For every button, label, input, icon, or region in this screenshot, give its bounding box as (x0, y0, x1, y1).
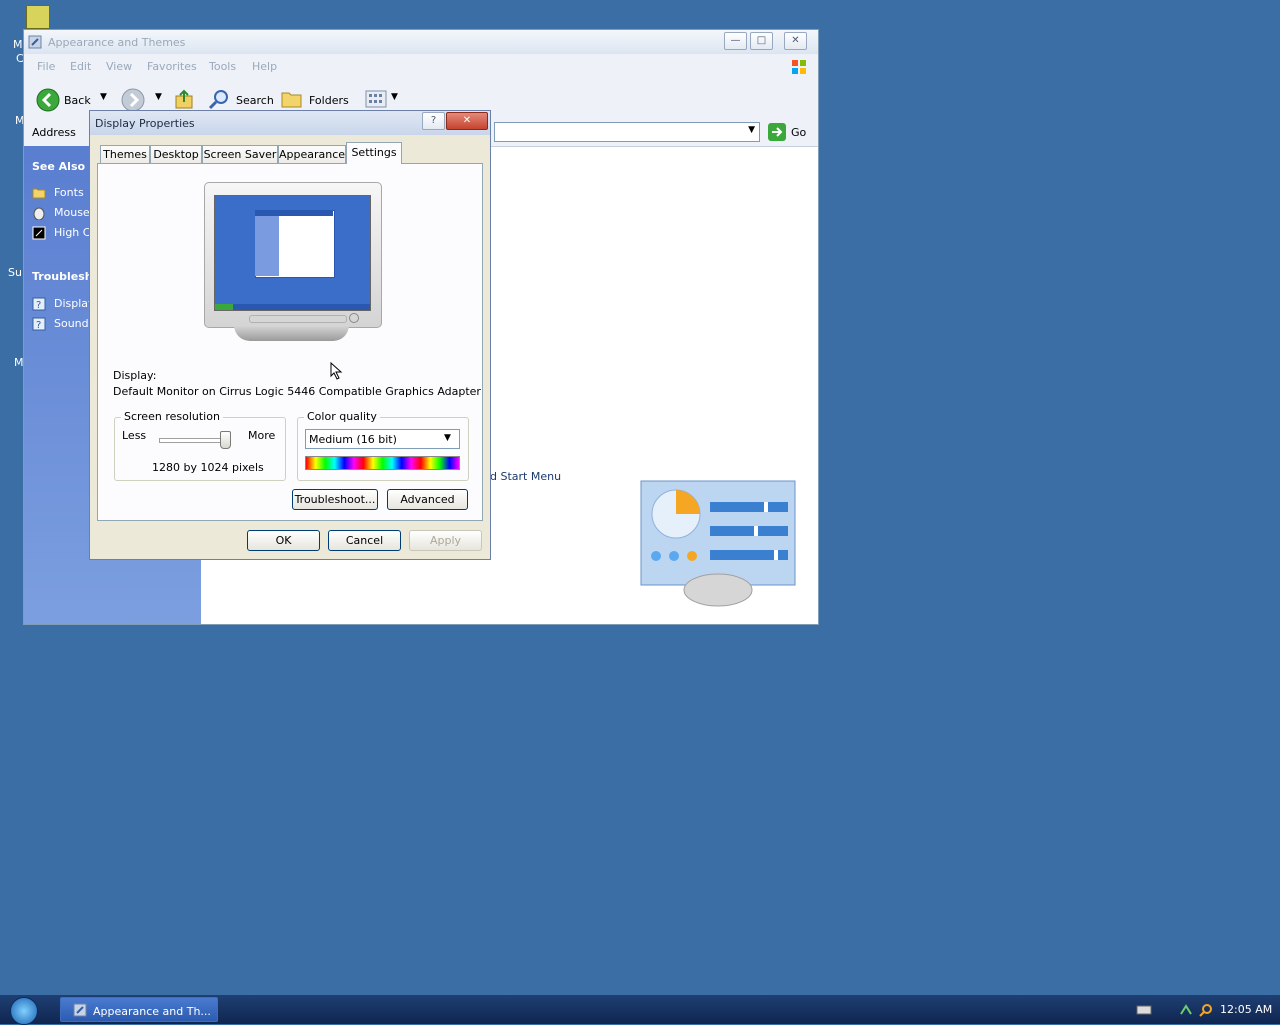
taskbar-explorer-label: Appearance and Th... (93, 1005, 211, 1018)
back-dropdown-icon[interactable]: ▼ (100, 92, 107, 102)
network-icon[interactable] (1178, 1002, 1194, 1018)
settings-panel: Display: Default Monitor on Cirrus Logic… (97, 163, 483, 521)
chevron-down-icon: ▼ (444, 433, 451, 443)
resolution-value: 1280 by 1024 pixels (152, 461, 264, 474)
start-menu-link[interactable]: d Start Menu (490, 470, 561, 483)
back-arrow-icon[interactable] (36, 88, 60, 112)
go-arrow-icon[interactable] (768, 123, 786, 141)
help-button[interactable]: ? (422, 112, 445, 130)
taskbar-explorer-button[interactable]: Appearance and Th... (60, 997, 218, 1022)
see-also-mouse[interactable]: Mouse (54, 206, 90, 219)
troubleshoot-button[interactable]: Troubleshoot... (292, 489, 378, 510)
go-button[interactable]: Go (791, 126, 806, 139)
color-quality-label: Color quality (304, 410, 380, 423)
control-panel-icon (73, 1003, 87, 1017)
search-button[interactable]: Search (236, 94, 274, 107)
start-button[interactable] (10, 997, 38, 1025)
forward-dropdown-icon[interactable]: ▼ (155, 92, 162, 102)
desktop-icon[interactable] (26, 5, 50, 29)
control-panel-icon (28, 35, 42, 49)
address-input[interactable]: ▼ (494, 122, 760, 142)
mouse-icon (33, 207, 45, 220)
desktop-icon-label: M (13, 38, 23, 51)
explorer-title: Appearance and Themes (48, 36, 186, 49)
resolution-less-label: Less (122, 429, 147, 442)
apply-button[interactable]: Apply (409, 530, 482, 551)
address-dropdown-icon[interactable]: ▼ (748, 125, 755, 135)
svg-text:?: ? (36, 320, 41, 331)
see-also-high-contrast[interactable]: High C (54, 226, 90, 239)
menu-edit[interactable]: Edit (70, 60, 91, 73)
desktop-icon-label: Su (8, 266, 22, 279)
maximize-button[interactable]: □ (750, 32, 773, 50)
monitor-stand (234, 325, 349, 341)
screen-resolution-label: Screen resolution (121, 410, 223, 423)
menu-file[interactable]: File (37, 60, 55, 73)
search-icon (208, 90, 228, 110)
forward-arrow-icon[interactable] (121, 88, 145, 112)
high-contrast-icon (32, 226, 46, 240)
tab-desktop[interactable]: Desktop (150, 145, 202, 164)
color-quality-value: Medium (16 bit) (309, 433, 397, 446)
menu-tools[interactable]: Tools (209, 60, 236, 73)
help-icon: ? (32, 297, 46, 311)
color-quality-select[interactable]: Medium (16 bit) ▼ (305, 429, 460, 449)
up-folder-icon[interactable] (174, 88, 196, 110)
views-icon[interactable] (365, 89, 387, 109)
folders-button[interactable]: Folders (309, 94, 349, 107)
resolution-slider-thumb[interactable] (220, 431, 231, 449)
see-also-fonts[interactable]: Fonts (54, 186, 84, 199)
windows-logo-icon (792, 60, 806, 74)
monitor-preview (204, 182, 382, 328)
resolution-more-label: More (248, 429, 276, 442)
menu-favorites[interactable]: Favorites (147, 60, 197, 73)
display-adapter-name: Default Monitor on Cirrus Logic 5446 Com… (113, 385, 481, 398)
back-button[interactable]: Back (64, 94, 91, 107)
cancel-button[interactable]: Cancel (328, 530, 401, 551)
color-quality-group: Color quality Medium (16 bit) ▼ (297, 410, 469, 481)
dialog-title: Display Properties (95, 117, 195, 130)
dialog-close-button[interactable]: ✕ (446, 112, 488, 130)
help-icon: ? (32, 317, 46, 331)
views-dropdown-icon[interactable]: ▼ (391, 92, 398, 102)
tab-settings[interactable]: Settings (346, 142, 402, 164)
control-panel-illustration-icon (640, 480, 796, 607)
keyboard-icon[interactable] (1136, 1004, 1152, 1016)
clock[interactable]: 12:05 AM (1220, 1003, 1272, 1016)
troubleshooter-sound[interactable]: Sound (54, 317, 89, 330)
screen-resolution-group: Screen resolution Less More 1280 by 1024… (114, 410, 286, 481)
menu-bar: File Edit View Favorites Tools Help (24, 54, 818, 79)
display-properties-dialog: Display Properties ? ✕ Themes Desktop Sc… (89, 110, 491, 560)
address-label: Address (32, 126, 76, 139)
dialog-title-bar[interactable]: Display Properties ? ✕ (90, 111, 490, 135)
menu-view[interactable]: View (106, 60, 132, 73)
fonts-folder-icon (32, 188, 46, 199)
tab-themes[interactable]: Themes (100, 145, 150, 164)
mouse-cursor-icon (330, 362, 343, 380)
display-label: Display: (113, 369, 157, 382)
menu-help[interactable]: Help (252, 60, 277, 73)
minimize-button[interactable]: — (724, 32, 747, 50)
color-spectrum-bar (305, 456, 460, 470)
advanced-button[interactable]: Advanced (387, 489, 468, 510)
explorer-title-bar[interactable]: Appearance and Themes — □ ✕ (24, 30, 818, 54)
tray-search-icon[interactable] (1198, 1002, 1214, 1018)
see-also-heading: See Also (32, 160, 86, 173)
tab-screen-saver[interactable]: Screen Saver (202, 145, 278, 164)
close-button[interactable]: ✕ (784, 32, 807, 50)
tab-appearance[interactable]: Appearance (278, 145, 346, 164)
taskbar: Appearance and Th... 12:05 AM (0, 995, 1280, 1025)
svg-text:?: ? (36, 300, 41, 311)
monitor-screen (214, 195, 371, 311)
ok-button[interactable]: OK (247, 530, 320, 551)
folders-icon (281, 92, 302, 108)
